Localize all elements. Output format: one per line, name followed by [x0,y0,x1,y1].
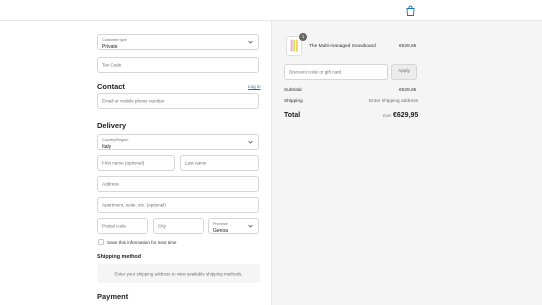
shipping-method-notice: Enter your shipping address to view avai… [97,264,260,283]
province-select[interactable]: Province Genoa [208,218,259,234]
country-label: Country/Region [102,138,129,142]
chevron-down-icon [248,40,253,44]
postal-code-field[interactable]: Postal code [97,218,148,234]
last-name-placeholder: Last name [185,160,207,166]
shipping-method-heading: Shipping method [97,254,142,260]
log-in-link[interactable]: Log in [248,84,261,89]
country-value: Italy [102,144,112,150]
save-info-checkbox[interactable] [98,239,104,245]
first-name-field[interactable]: First name (optional) [97,155,175,171]
shopping-bag-icon[interactable] [406,5,415,16]
discount-code-field[interactable]: Discount code or gift card [284,64,388,80]
total-value: €629,95 [393,111,419,119]
postal-code-placeholder: Postal code [102,223,127,229]
payment-heading: Payment [97,292,129,301]
delivery-heading: Delivery [97,121,127,130]
product-price: €629,95 [399,44,417,49]
subtotal-value: €629,95 [399,88,417,93]
total-currency: EUR [383,114,392,118]
country-select[interactable]: Country/Region Italy [97,134,259,150]
tax-code-placeholder: Tax Code [102,62,122,68]
chevron-down-icon [248,140,253,144]
address-placeholder: Address [102,181,119,187]
product-name: The Multi-managed Snowboard [309,44,376,49]
quantity-badge: 1 [299,33,307,41]
save-info-label: Save this information for next time [107,239,177,245]
city-field[interactable]: City [153,218,204,234]
shipping-label: Shipping [284,98,303,104]
apartment-field[interactable]: Apartment, suite, etc. (optional) [97,197,259,213]
apply-button[interactable]: Apply [391,64,417,80]
total-label: Total [284,112,301,119]
customer-type-label: Customer type [102,38,127,42]
customer-type-select[interactable]: Customer type Private [97,34,259,50]
first-name-placeholder: First name (optional) [102,160,145,166]
chevron-down-icon [248,224,253,228]
header [0,0,542,21]
apartment-placeholder: Apartment, suite, etc. (optional) [102,202,166,208]
email-placeholder: Email or mobile phone number [102,98,165,104]
snowboard-image [290,39,298,52]
shipping-value: Enter shipping address [369,98,419,104]
customer-type-value: Private [102,44,118,50]
last-name-field[interactable]: Last name [180,155,259,171]
contact-heading: Contact [97,82,125,91]
subtotal-label: Subtotal [284,88,302,93]
discount-code-placeholder: Discount code or gift card [289,69,342,75]
province-label: Province [213,222,228,226]
address-field[interactable]: Address [97,176,259,192]
province-value: Genoa [213,228,229,234]
city-placeholder: City [158,223,166,229]
email-field[interactable]: Email or mobile phone number [97,93,259,109]
tax-code-field[interactable]: Tax Code [97,57,259,73]
shipping-method-message: Enter your shipping address to view avai… [114,271,243,276]
